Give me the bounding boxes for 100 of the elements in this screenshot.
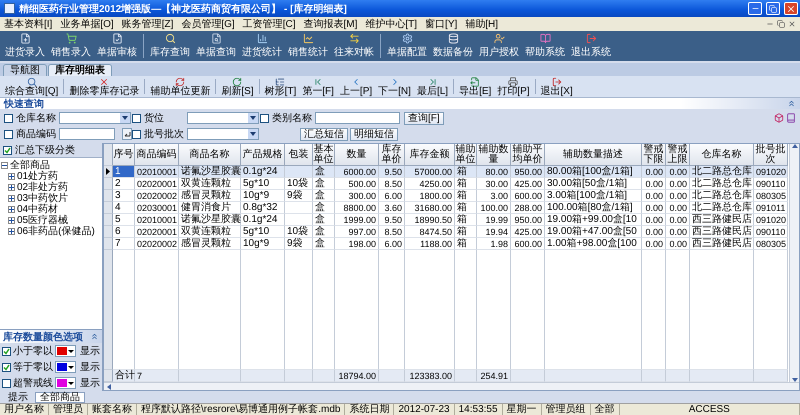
expand-icon[interactable] <box>8 173 15 180</box>
collapse-icon[interactable] <box>90 332 99 341</box>
menu-item[interactable]: 窗口[Y] <box>425 17 458 31</box>
checkbox[interactable] <box>2 346 11 356</box>
dropdown-arrow-icon[interactable] <box>120 113 130 123</box>
column-header[interactable]: 库存金额 <box>405 144 455 166</box>
menu-item[interactable]: 工资管理[C] <box>242 17 296 31</box>
column-header[interactable]: 商品名称 <box>179 144 241 166</box>
collapse-icon[interactable] <box>1 162 8 169</box>
color-picker[interactable] <box>55 345 76 357</box>
toolbar-button[interactable]: 库存查询 <box>147 31 193 61</box>
expand-icon[interactable] <box>8 217 15 224</box>
query-button[interactable]: 查询[F] <box>404 112 444 124</box>
scrollbar[interactable] <box>104 382 799 390</box>
menu-item[interactable]: 会员管理[G] <box>181 17 235 31</box>
expand-icon[interactable] <box>8 195 15 202</box>
restore-button[interactable] <box>766 2 780 15</box>
restore-icon[interactable] <box>777 20 785 28</box>
checkbox[interactable] <box>4 114 13 122</box>
scrollbar[interactable] <box>789 144 799 382</box>
toolbar-button[interactable]: 帮助系统 <box>522 31 568 61</box>
query-button[interactable]: 明细短信 <box>350 128 398 140</box>
checkbox[interactable] <box>4 130 13 138</box>
tree-item[interactable]: 06非药品(保健品) <box>17 226 95 237</box>
tree-item[interactable]: 02非处方药 <box>17 182 68 193</box>
toolbar-button[interactable]: 数据备份 <box>430 31 476 61</box>
tab[interactable]: 全部商品 <box>35 392 85 402</box>
toolbar-button[interactable]: 进货统计 <box>239 31 285 61</box>
tab[interactable]: 提示 <box>3 392 33 402</box>
menu-item[interactable]: 账务管理[Z] <box>122 17 174 31</box>
close-button[interactable] <box>784 2 798 15</box>
toolbar-button[interactable]: 下一[N] <box>375 76 414 97</box>
toolbar-button[interactable]: 用户授权 <box>476 31 522 61</box>
toolbar-button[interactable]: 打印[P] <box>494 76 533 97</box>
minimize-button[interactable] <box>748 2 762 15</box>
column-header[interactable]: 警戒上限 <box>666 144 690 166</box>
dropdown-arrow-icon[interactable] <box>248 113 258 123</box>
dropdown-arrow-icon[interactable] <box>248 129 258 139</box>
column-header[interactable]: 序号 <box>113 144 135 166</box>
toolbar-button[interactable]: 往来对帐 <box>331 31 377 61</box>
column-header[interactable]: 警戒下限 <box>642 144 666 166</box>
toolbar-button[interactable]: 第一[F] <box>299 76 337 97</box>
toolbar-button[interactable]: 树形[T] <box>262 76 300 97</box>
book-icon[interactable] <box>786 113 796 123</box>
toolbar-button[interactable]: 导出[E] <box>456 76 494 97</box>
toolbar-button[interactable]: 销售统计 <box>285 31 331 61</box>
toolbar-button[interactable]: 进货录入 <box>2 31 48 61</box>
toolbar-button[interactable]: 最后[L] <box>414 76 452 97</box>
toolbar-button[interactable]: 综合查询[Q] <box>2 76 62 97</box>
column-header[interactable]: 辅助单位 <box>455 144 477 166</box>
checkbox[interactable] <box>132 114 141 122</box>
column-header[interactable]: 辅助数量描述 <box>545 144 642 166</box>
toolbar-button[interactable]: 单据配置 <box>384 31 430 61</box>
menu-item[interactable]: 业务单据[O] <box>60 17 114 31</box>
expand-icon[interactable] <box>8 228 15 235</box>
toolbar-button[interactable]: 辅助单位更新 <box>147 76 214 97</box>
tree-item[interactable]: 全部商品 <box>10 160 50 171</box>
column-header[interactable]: 数量 <box>335 144 379 166</box>
checkbox[interactable] <box>260 114 269 122</box>
cube-icon[interactable] <box>774 113 784 123</box>
query-button[interactable]: 汇总短信 <box>300 128 348 140</box>
column-header[interactable]: 辅助数量 <box>477 144 511 166</box>
row-header[interactable] <box>104 166 113 178</box>
tab[interactable]: 库存明细表 <box>48 64 112 76</box>
column-header[interactable]: 产品规格 <box>241 144 285 166</box>
checkbox[interactable] <box>2 378 11 388</box>
toolbar-button[interactable]: 刷新[S] <box>218 76 257 97</box>
toolbar-button[interactable]: 销售录入 <box>48 31 94 61</box>
tree-item[interactable]: 04中药材 <box>17 204 58 215</box>
toolbar-button[interactable]: 上一[P] <box>336 76 376 97</box>
menu-item[interactable]: 查询报表[M] <box>303 17 358 31</box>
tab[interactable]: 导航图 <box>3 64 47 76</box>
expand-icon[interactable] <box>8 206 15 213</box>
tree-item[interactable]: 05医疗器械 <box>17 215 68 226</box>
checkbox[interactable] <box>132 130 141 138</box>
input-field[interactable] <box>59 128 115 140</box>
close-icon[interactable] <box>788 20 796 28</box>
toolbar-button[interactable]: 退出系统 <box>568 31 614 61</box>
column-header[interactable]: 商品编码 <box>135 144 179 166</box>
column-header[interactable]: 辅助平均单价 <box>511 144 545 166</box>
toolbar-button[interactable]: 单据查询 <box>193 31 239 61</box>
column-header[interactable]: 包装 <box>285 144 313 166</box>
toolbar-button[interactable]: 删除零库存记录 <box>66 76 142 97</box>
color-picker[interactable] <box>55 361 76 373</box>
column-header[interactable]: 仓库名称 <box>690 144 754 166</box>
input-field[interactable] <box>315 112 400 124</box>
toolbar-button[interactable]: 单据审核 <box>94 31 140 61</box>
picker-button[interactable] <box>122 128 132 140</box>
column-header[interactable]: 批号批次 <box>754 144 788 166</box>
checkbox[interactable] <box>2 362 11 372</box>
color-picker[interactable] <box>55 377 76 389</box>
column-header[interactable]: 库存单价 <box>379 144 405 166</box>
menu-item[interactable]: 基本资料[I] <box>4 17 52 31</box>
collapse-icon[interactable] <box>787 99 796 108</box>
menu-item[interactable]: 辅助[H] <box>465 17 498 31</box>
toolbar-button[interactable]: 退出[X] <box>538 76 576 97</box>
checkbox[interactable] <box>3 146 12 154</box>
expand-icon[interactable] <box>8 184 15 191</box>
column-header[interactable]: 基本单位 <box>313 144 335 166</box>
tree-item[interactable]: 01处方药 <box>17 171 58 182</box>
